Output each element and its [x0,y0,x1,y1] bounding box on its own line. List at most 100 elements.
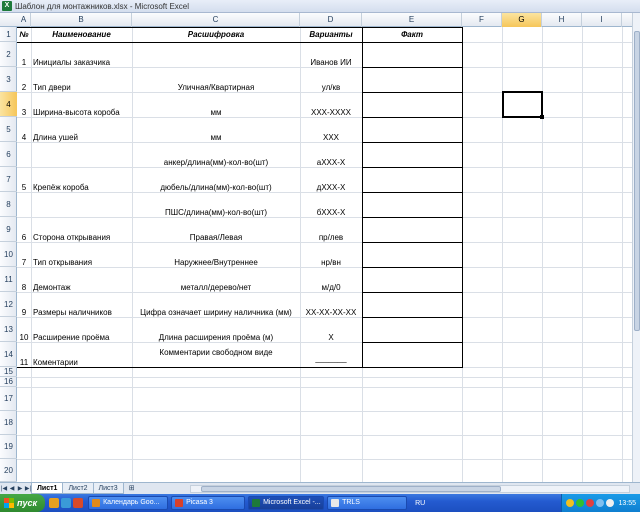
row-header[interactable]: 18 [0,411,17,435]
taskbar-trls-button[interactable]: TRLS [327,496,408,510]
row-header[interactable]: 7 [0,167,17,192]
item-name: Тип открывания [33,257,93,267]
taskbar-button-label: Picasa 3 [186,499,213,506]
column-header-i[interactable]: I [582,13,622,27]
row-header[interactable]: 19 [0,435,17,459]
item-decode: мм [210,132,222,142]
item-name: Крепёж короба [33,182,89,192]
trls-icon [331,499,340,507]
next-sheet-icon[interactable]: ▶ [16,484,24,494]
row-header[interactable]: 16 [0,377,17,387]
language-indicator[interactable]: RU [415,500,425,507]
item-decode: мм [210,107,222,117]
header-fact: Факт [401,30,423,39]
row-header[interactable]: 10 [0,242,17,267]
header-name: Наименование [52,30,111,39]
row-header[interactable]: 2 [0,42,17,67]
tab-sheet3[interactable]: Лист3 [92,483,124,494]
item-decode: Наружнее/Внутреннее [174,257,258,267]
sheet-tabs-bar: |◀ ◀ ▶ ▶| Лист1 Лист2 Лист3 ⊞ [0,482,640,494]
row-header[interactable]: 13 [0,317,17,342]
horizontal-scroll-thumb[interactable] [201,486,501,492]
row-header[interactable]: 11 [0,267,17,292]
excel-icon [252,499,261,507]
row-header[interactable]: 14 [0,342,17,367]
taskbar-button-label: TRLS [342,499,360,506]
cell-grid[interactable]: № Наименование Расшифровка Варианты Факт… [17,27,640,482]
tray-icon[interactable] [566,499,575,507]
fastening-variant: дXXX-X [316,182,346,192]
vertical-scroll-thumb[interactable] [634,31,640,331]
insert-sheet-icon[interactable]: ⊞ [126,483,138,494]
item-decode: Комментарии свободном виде [159,347,273,357]
row-header[interactable]: 1 [0,27,17,42]
speaker-icon[interactable] [606,499,615,507]
tray-icon[interactable] [576,499,585,507]
window-titlebar: X Шаблон для монтажников.xlsx - Microsof… [0,0,640,13]
excel-icon: X [2,1,12,11]
fastening-variant: аXXX-X [316,157,346,167]
tray-icon[interactable] [596,499,605,507]
prev-sheet-icon[interactable]: ◀ [8,484,16,494]
column-header-d[interactable]: D [300,13,362,27]
item-variant: XXX [322,132,339,142]
first-sheet-icon[interactable]: |◀ [0,484,8,494]
taskbar-picasa-button[interactable]: Picasa 3 [171,496,246,510]
item-variant: X [328,332,334,342]
header-decode: Расшифровка [187,30,245,39]
quick-launch-browser-icon[interactable] [61,498,72,508]
picasa-icon [175,499,184,507]
column-header-e[interactable]: E [362,13,462,27]
item-name: Тип двери [33,82,71,92]
taskbar-excel-button[interactable]: Microsoft Excel -... [248,496,325,510]
item-decode: Правая/Левая [189,232,243,242]
column-header-h[interactable]: H [542,13,582,27]
column-header-c[interactable]: C [132,13,300,27]
worksheet: A B C D E F G H I 1 2 3 4 5 6 7 8 9 10 1… [0,13,640,482]
vertical-scrollbar[interactable] [632,13,640,482]
tab-sheet2[interactable]: Лист2 [62,483,94,494]
quick-launch-app-icon[interactable] [73,498,84,508]
horizontal-scrollbar[interactable] [190,485,630,493]
column-headers: A B C D E F G H I [0,13,640,27]
header-variants: Варианты [309,30,353,39]
fastening-decode: дюбель/длина(мм)-кол-во(шт) [160,182,272,192]
item-variant: нр/вн [321,257,341,267]
row-header[interactable]: 9 [0,217,17,242]
row-header[interactable]: 5 [0,117,17,142]
item-number: 7 [21,257,27,267]
row-header[interactable]: 3 [0,67,17,92]
tray-icon[interactable] [586,499,595,507]
taskbar-button-label: Microsoft Excel -... [263,499,321,506]
item-number: 8 [21,282,27,292]
item-variant: ул/кв [321,82,341,92]
active-cell-g4[interactable] [502,91,543,118]
quick-launch [49,498,85,508]
item-variant: м/д/0 [321,282,341,292]
tab-sheet1[interactable]: Лист1 [31,483,64,494]
item-name: Ширина-высота короба [33,107,120,117]
row-header[interactable]: 8 [0,192,17,217]
item-number: 2 [21,82,27,92]
row-header[interactable]: 6 [0,142,17,167]
row-header[interactable]: 17 [0,387,17,411]
item-variant: _______ [315,353,347,363]
column-header-b[interactable]: B [31,13,132,27]
item-number: 6 [21,232,27,242]
row-header[interactable]: 20 [0,459,17,482]
item-variant: Иванов ИИ [310,57,352,67]
taskbar-calendar-button[interactable]: Календарь Goo... [88,496,169,510]
fill-handle[interactable] [540,115,544,119]
clock[interactable]: 13:55 [618,500,636,507]
column-header-f[interactable]: F [462,13,502,27]
start-button[interactable]: пуск [0,494,46,512]
quick-launch-folder-icon[interactable] [49,498,60,508]
row-header-selected[interactable]: 4 [0,92,17,117]
windows-logo-icon [4,498,14,508]
column-header-a[interactable]: A [17,13,31,27]
column-header-g[interactable]: G [502,13,542,27]
item-number: 10 [19,332,29,342]
row-header[interactable]: 15 [0,367,17,377]
row-header[interactable]: 12 [0,292,17,317]
fastening-decode: ПШС/длина(мм)-кол-во(шт) [165,207,267,217]
